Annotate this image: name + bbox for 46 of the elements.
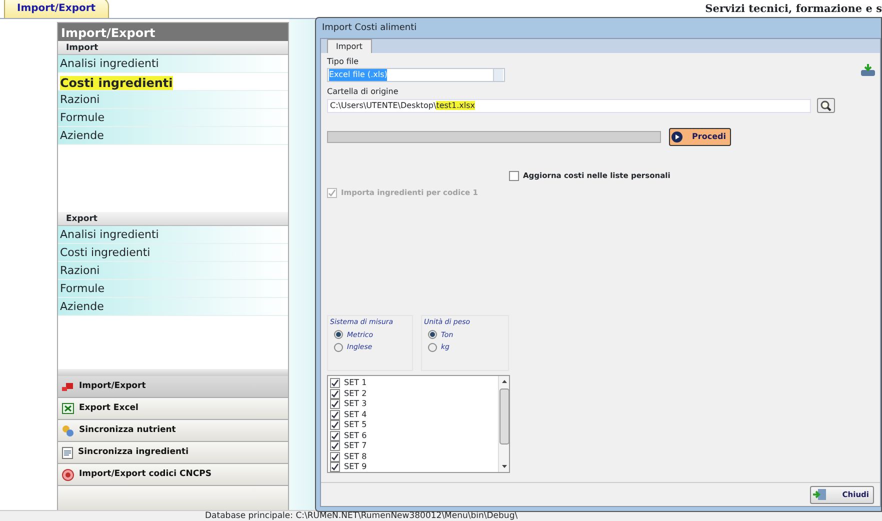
section-header: Import <box>58 41 288 55</box>
set-checkbox[interactable]: SET 1 <box>330 378 496 388</box>
sidebar-item[interactable]: Formule <box>58 109 288 127</box>
nav-button[interactable]: Sincronizza nutrient <box>58 420 288 442</box>
sidebar-item[interactable]: Costi ingredienti <box>58 244 288 262</box>
nav-button[interactable]: Import/Export codici CNCPS <box>58 464 288 486</box>
document-icon <box>62 446 73 458</box>
header-text: Servizi tecnici, formazione e s <box>705 2 882 17</box>
field-label: Cartella di origine <box>327 86 400 98</box>
exit-icon <box>813 488 827 501</box>
sidebar-item[interactable]: Analisi ingredienti <box>58 55 288 73</box>
spreadsheet-icon <box>62 403 74 414</box>
nav-button[interactable]: Export Excel <box>58 398 288 420</box>
set-checkbox[interactable]: SET 2 <box>330 388 496 399</box>
sidebar-item[interactable]: Razioni <box>58 262 288 280</box>
browse-button[interactable] <box>817 98 835 113</box>
sidebar-item[interactable]: Razioni <box>58 91 288 109</box>
section-header: Export <box>58 212 288 226</box>
set-checkbox[interactable]: SET 8 <box>330 452 496 462</box>
field-label: Tipo file <box>327 56 360 68</box>
sidebar-item[interactable]: Costi ingredienti <box>58 73 288 91</box>
app-tab[interactable]: Import/Export <box>4 0 109 18</box>
dialog-tab[interactable]: Import <box>327 39 372 53</box>
sidebar-item[interactable]: Formule <box>58 280 288 298</box>
splitter-handle[interactable] <box>58 369 288 376</box>
dialog-title: Import Costi alimenti <box>321 22 418 35</box>
badge-icon <box>62 468 74 480</box>
nav-button[interactable]: Sincronizza ingredienti <box>58 442 288 464</box>
plug-icon <box>62 382 74 392</box>
set-checkbox[interactable]: SET 5 <box>330 420 496 430</box>
sync-icon <box>62 424 74 436</box>
sidebar-item[interactable]: Analisi ingredienti <box>58 226 288 244</box>
nav-button[interactable]: Import/Export <box>58 376 288 398</box>
set-checkbox[interactable]: SET 3 <box>330 399 496 410</box>
check-icon <box>328 188 336 197</box>
proceed-button[interactable]: Procedi <box>669 128 731 146</box>
set-checkbox[interactable]: SET 6 <box>330 430 496 441</box>
sidebar-item[interactable]: Aziende <box>58 298 288 316</box>
play-icon <box>671 131 683 143</box>
path-field[interactable]: C:\Users\UTENTE\Desktop\test1.xlsx <box>327 98 811 112</box>
download-icon[interactable] <box>860 62 876 77</box>
sidebar-title: Import/Export <box>58 23 288 41</box>
set-checkbox[interactable]: SET 4 <box>330 410 496 420</box>
set-checkbox[interactable]: SET 7 <box>330 441 496 452</box>
sidebar-item[interactable]: Aziende <box>58 127 288 145</box>
set-checkbox[interactable]: SET 9 <box>330 462 496 472</box>
